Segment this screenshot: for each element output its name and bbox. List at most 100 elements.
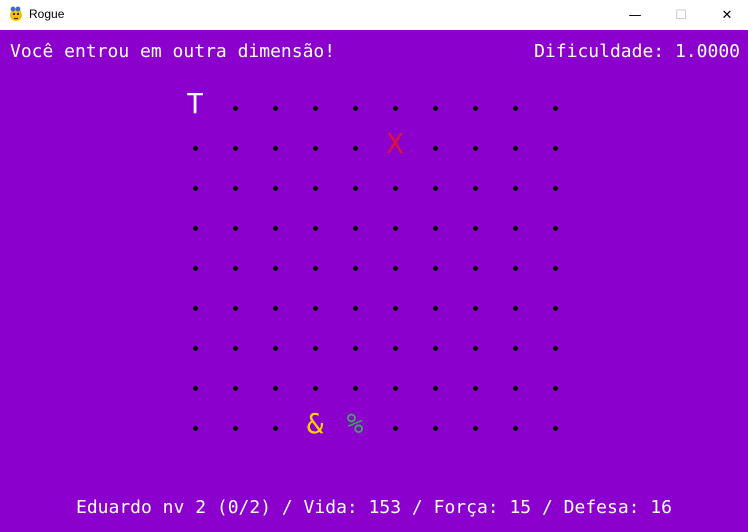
floor-tile <box>232 265 238 271</box>
floor-tile <box>552 265 558 271</box>
floor-tile <box>192 225 198 231</box>
floor-tile <box>272 145 278 151</box>
floor-tile <box>552 105 558 111</box>
floor-tile <box>432 225 438 231</box>
floor-tile <box>472 265 478 271</box>
floor-tile <box>512 305 518 311</box>
floor-tile <box>472 425 478 431</box>
floor-tile <box>272 225 278 231</box>
floor-tile <box>392 385 398 391</box>
floor-tile <box>392 265 398 271</box>
floor-tile <box>352 105 358 111</box>
floor-tile <box>432 305 438 311</box>
floor-tile <box>432 145 438 151</box>
floor-tile <box>352 385 358 391</box>
floor-tile <box>272 385 278 391</box>
floor-tile <box>392 345 398 351</box>
floor-tile <box>512 385 518 391</box>
app-window: Rogue — ☐ ✕ Você entrou em outra dimensã… <box>0 0 748 532</box>
floor-tile <box>432 185 438 191</box>
floor-tile <box>512 345 518 351</box>
floor-tile <box>432 385 438 391</box>
floor-tile <box>352 185 358 191</box>
floor-tile <box>272 265 278 271</box>
item-percent-glyph: % <box>346 407 364 440</box>
floor-tile <box>512 265 518 271</box>
floor-tile <box>272 345 278 351</box>
floor-tile <box>552 345 558 351</box>
floor-tile <box>192 185 198 191</box>
floor-tile <box>232 385 238 391</box>
floor-tile <box>272 425 278 431</box>
floor-tile <box>192 305 198 311</box>
floor-tile <box>192 425 198 431</box>
floor-tile <box>432 265 438 271</box>
floor-tile <box>312 345 318 351</box>
window-title: Rogue <box>29 7 65 21</box>
floor-tile <box>392 425 398 431</box>
floor-tile <box>552 305 558 311</box>
player-glyph: T <box>186 87 204 120</box>
floor-tile <box>552 185 558 191</box>
floor-tile <box>272 305 278 311</box>
pygame-snake-icon <box>10 6 22 21</box>
floor-tile <box>192 345 198 351</box>
floor-tile <box>512 185 518 191</box>
floor-tile <box>192 145 198 151</box>
floor-tile <box>552 225 558 231</box>
enemy-glyph: X <box>386 127 404 160</box>
floor-tile <box>392 225 398 231</box>
floor-tile <box>552 145 558 151</box>
game-area[interactable]: Você entrou em outra dimensão! Dificulda… <box>0 30 748 532</box>
floor-tile <box>232 185 238 191</box>
floor-tile <box>472 385 478 391</box>
item-ampersand-glyph: & <box>306 407 324 440</box>
floor-tile <box>512 425 518 431</box>
floor-tile <box>352 345 358 351</box>
floor-tile <box>392 185 398 191</box>
floor-tile <box>432 345 438 351</box>
player-status: Eduardo nv 2 (0/2) / Vida: 153 / Força: … <box>75 497 673 518</box>
floor-tile <box>272 185 278 191</box>
floor-tile <box>512 225 518 231</box>
floor-tile <box>352 145 358 151</box>
floor-tile <box>392 305 398 311</box>
floor-tile <box>512 105 518 111</box>
floor-tile <box>472 145 478 151</box>
floor-tile <box>312 145 318 151</box>
floor-tile <box>472 225 478 231</box>
floor-tile <box>432 105 438 111</box>
floor-tile <box>312 185 318 191</box>
floor-tile <box>192 265 198 271</box>
close-button[interactable]: ✕ <box>704 0 748 30</box>
floor-tile <box>472 305 478 311</box>
floor-tile <box>432 425 438 431</box>
floor-tile <box>552 425 558 431</box>
floor-tile <box>352 265 358 271</box>
floor-tile <box>232 305 238 311</box>
floor-tile <box>472 185 478 191</box>
floor-tile <box>352 305 358 311</box>
floor-tile <box>192 385 198 391</box>
floor-tile <box>312 105 318 111</box>
floor-tile <box>392 105 398 111</box>
floor-tile <box>312 225 318 231</box>
game-message: Você entrou em outra dimensão! <box>10 41 336 62</box>
floor-tile <box>232 145 238 151</box>
floor-tile <box>232 225 238 231</box>
floor-tile <box>272 105 278 111</box>
floor-tile <box>312 385 318 391</box>
maximize-button[interactable]: ☐ <box>658 0 704 30</box>
floor-tile <box>512 145 518 151</box>
floor-tile <box>312 305 318 311</box>
minimize-button[interactable]: — <box>612 0 658 30</box>
difficulty-readout: Dificuldade: 1.0000 <box>534 41 740 62</box>
floor-tile <box>472 345 478 351</box>
floor-tile <box>232 105 238 111</box>
floor-tile <box>312 265 318 271</box>
floor-tile <box>232 425 238 431</box>
title-bar[interactable]: Rogue — ☐ ✕ <box>0 0 748 30</box>
floor-tile <box>232 345 238 351</box>
floor-tile <box>352 225 358 231</box>
floor-tile <box>472 105 478 111</box>
